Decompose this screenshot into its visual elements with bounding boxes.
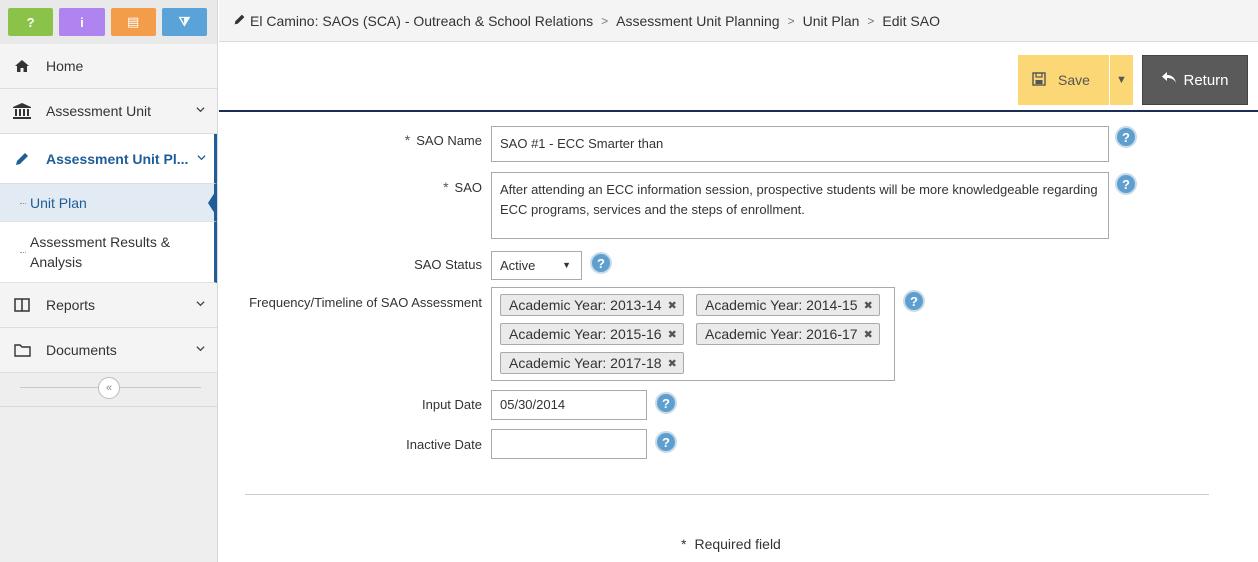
sao-status-label: SAO Status bbox=[414, 257, 482, 272]
chevron-down-icon bbox=[196, 107, 205, 113]
sidebar-item-label: Documents bbox=[46, 342, 117, 358]
sidebar-item-assessment-unit-planning[interactable]: Assessment Unit Pl... bbox=[0, 134, 217, 184]
pencil-icon bbox=[12, 151, 32, 167]
caret-down-icon: ▼ bbox=[562, 260, 571, 270]
sidebar-item-assessment-unit[interactable]: Assessment Unit bbox=[0, 89, 217, 134]
breadcrumb-item[interactable]: Unit Plan bbox=[803, 13, 860, 29]
return-button[interactable]: Return bbox=[1142, 55, 1248, 105]
home-icon bbox=[12, 59, 32, 73]
frequency-label: Frequency/Timeline of SAO Assessment bbox=[249, 295, 482, 310]
frequency-tag[interactable]: Academic Year: 2014-15 ✖ bbox=[696, 294, 880, 316]
chevron-down-icon bbox=[196, 346, 205, 352]
sidebar-top-buttons: ? i ▤ ⧩ bbox=[0, 0, 217, 44]
remove-tag-icon[interactable]: ✖ bbox=[668, 328, 677, 341]
floppy-icon bbox=[1032, 71, 1046, 89]
breadcrumb-item[interactable]: El Camino: SAOs (SCA) - Outreach & Schoo… bbox=[250, 13, 593, 29]
remove-tag-icon[interactable]: ✖ bbox=[864, 299, 873, 312]
caret-down-icon: ▼ bbox=[1116, 74, 1127, 86]
sidebar-item-label: Home bbox=[46, 58, 84, 74]
institution-icon bbox=[12, 103, 32, 119]
frequency-tag[interactable]: Academic Year: 2013-14 ✖ bbox=[500, 294, 684, 316]
save-button[interactable]: Save bbox=[1018, 55, 1109, 105]
columns-icon bbox=[12, 298, 32, 312]
sao-textarea[interactable]: After attending an ECC information sessi… bbox=[491, 172, 1109, 239]
filter-icon[interactable]: ⧩ bbox=[161, 8, 207, 36]
sidebar: ? i ▤ ⧩ Home Assessment Unit Assessment … bbox=[0, 0, 218, 562]
help-icon[interactable]: ? bbox=[903, 290, 925, 312]
inactive-date-label-wrap: Inactive Date bbox=[219, 437, 482, 457]
input-date-label-wrap: Input Date bbox=[219, 397, 482, 417]
required-field-note: * Required field bbox=[681, 536, 781, 552]
sidebar-item-label: Assessment Unit bbox=[46, 103, 152, 119]
return-label: Return bbox=[1183, 71, 1229, 89]
input-date-label: Input Date bbox=[422, 397, 482, 412]
sao-label: * SAO bbox=[443, 179, 482, 195]
sidebar-item-unit-plan[interactable]: Unit Plan bbox=[0, 184, 217, 222]
frequency-tag[interactable]: Academic Year: 2017-18 ✖ bbox=[500, 352, 684, 374]
chevron-down-icon bbox=[196, 301, 205, 307]
selected-caret-icon bbox=[208, 188, 217, 217]
sao-status-label-wrap: SAO Status bbox=[219, 257, 482, 277]
inactive-date-label: Inactive Date bbox=[406, 437, 482, 452]
sao-label-wrap: * SAO bbox=[219, 179, 482, 199]
divider bbox=[0, 406, 218, 407]
sao-status-select[interactable]: Active ▼ bbox=[491, 251, 582, 280]
breadcrumb: El Camino: SAOs (SCA) - Outreach & Schoo… bbox=[219, 0, 1258, 42]
frequency-tag[interactable]: Academic Year: 2016-17 ✖ bbox=[696, 323, 880, 345]
breadcrumb-item: Edit SAO bbox=[882, 12, 941, 29]
toolbar: Save ▼ Return bbox=[219, 42, 1258, 112]
info-icon[interactable]: i bbox=[59, 8, 105, 36]
input-date-field[interactable]: 05/30/2014 bbox=[491, 390, 647, 420]
help-icon[interactable]: ? bbox=[655, 431, 677, 453]
sao-name-label-wrap: * SAO Name bbox=[219, 132, 482, 152]
list-icon[interactable]: ▤ bbox=[110, 8, 156, 36]
sidebar-item-reports[interactable]: Reports bbox=[0, 283, 217, 328]
help-icon[interactable]: ? bbox=[655, 392, 677, 414]
app: ? i ▤ ⧩ Home Assessment Unit Assessment … bbox=[0, 0, 1258, 562]
sidebar-item-label: Assessment Results & Analysis bbox=[30, 234, 171, 270]
remove-tag-icon[interactable]: ✖ bbox=[864, 328, 873, 341]
folder-icon bbox=[12, 343, 32, 357]
collapse-sidebar-button[interactable]: « bbox=[98, 377, 120, 399]
frequency-multiselect[interactable]: Academic Year: 2013-14 ✖ Academic Year: 2… bbox=[491, 287, 895, 381]
sidebar-item-label: Assessment Unit Pl... bbox=[46, 150, 189, 167]
breadcrumb-separator: > bbox=[601, 13, 609, 28]
sidebar-item-home[interactable]: Home bbox=[0, 44, 217, 89]
frequency-label-wrap: Frequency/Timeline of SAO Assessment bbox=[219, 295, 482, 315]
help-icon[interactable]: ? bbox=[1115, 126, 1137, 148]
breadcrumb-item[interactable]: Assessment Unit Planning bbox=[616, 13, 779, 29]
divider bbox=[245, 494, 1209, 495]
sidebar-item-label: Reports bbox=[46, 297, 96, 313]
frequency-tag[interactable]: Academic Year: 2015-16 ✖ bbox=[500, 323, 684, 345]
inactive-date-field[interactable] bbox=[491, 429, 647, 459]
remove-tag-icon[interactable]: ✖ bbox=[668, 299, 677, 312]
save-label: Save bbox=[1058, 72, 1090, 88]
sidebar-item-results[interactable]: Assessment Results & Analysis bbox=[0, 222, 217, 283]
sao-name-label: * SAO Name bbox=[404, 132, 482, 148]
save-options-dropdown[interactable]: ▼ bbox=[1110, 55, 1133, 105]
return-arrow-icon bbox=[1161, 71, 1177, 89]
help-icon[interactable]: ? bbox=[1115, 173, 1137, 195]
remove-tag-icon[interactable]: ✖ bbox=[668, 357, 677, 370]
sao-name-input[interactable]: SAO #1 - ECC Smarter than bbox=[491, 126, 1109, 162]
sidebar-item-label: Unit Plan bbox=[30, 194, 87, 211]
breadcrumb-separator: > bbox=[787, 13, 795, 28]
sidebar-collapse-row: « bbox=[0, 373, 217, 403]
question-icon[interactable]: ? bbox=[8, 8, 54, 36]
main-content: El Camino: SAOs (SCA) - Outreach & Schoo… bbox=[219, 0, 1258, 562]
pencil-icon bbox=[233, 13, 246, 29]
sidebar-item-documents[interactable]: Documents bbox=[0, 328, 217, 373]
chevron-down-icon bbox=[197, 155, 206, 161]
help-icon[interactable]: ? bbox=[590, 252, 612, 274]
breadcrumb-separator: > bbox=[867, 13, 875, 28]
